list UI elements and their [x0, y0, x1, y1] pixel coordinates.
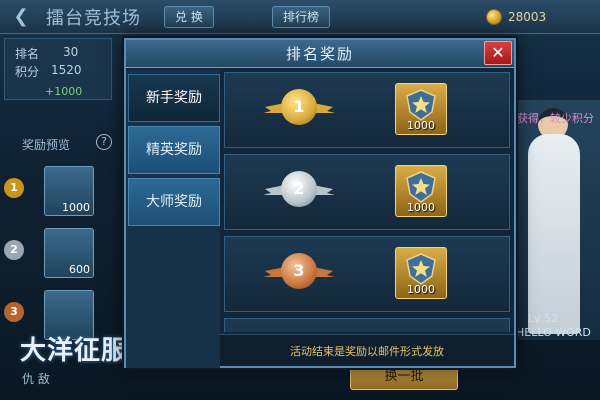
- player-stats-panel: 排名 30 积分 1520 +1000: [4, 38, 112, 100]
- dialog-footer: 活动结束是奖励以邮件形式发放: [220, 334, 514, 366]
- reward-item[interactable]: 1000: [395, 83, 447, 135]
- close-icon[interactable]: ✕: [484, 41, 512, 65]
- preview-rank-2: 2: [4, 240, 24, 260]
- preview-reward-amount: 600: [69, 263, 90, 276]
- leaderboard-button[interactable]: 排行榜: [272, 6, 331, 28]
- reward-tabs: 新手奖励 精英奖励 大师奖励: [126, 70, 220, 368]
- reward-amount: 1000: [407, 201, 435, 214]
- preview-reward-2[interactable]: 600: [44, 228, 94, 278]
- rank-value: 30: [63, 45, 79, 59]
- mail-delivery-note: 活动结束是奖励以邮件形式发放: [290, 345, 444, 358]
- rank-label: 排名: [15, 47, 40, 61]
- rank-rewards-dialog: 排名奖励 ✕ 新手奖励 精英奖励 大师奖励 1 1000 2 1000 3 10…: [124, 38, 516, 368]
- reward-row-partial: [224, 318, 510, 332]
- dialog-header: 排名奖励 ✕: [126, 40, 514, 68]
- page-title: 擂台竞技场: [46, 8, 141, 29]
- dialog-title: 排名奖励: [285, 45, 354, 63]
- points-value: 1520: [51, 63, 82, 77]
- star-shield-icon: [406, 253, 436, 285]
- tab-elite-rewards[interactable]: 精英奖励: [128, 126, 220, 174]
- coin-balance: 28003: [486, 6, 546, 28]
- points-label: 积分: [15, 65, 40, 79]
- tab-novice-rewards[interactable]: 新手奖励: [128, 74, 220, 122]
- points-gain: +1000: [45, 85, 83, 98]
- reward-list[interactable]: 1 1000 2 1000 3 1000: [224, 70, 510, 332]
- top-bar: ❮ 擂台竞技场 兑 换 排行榜 28003: [0, 0, 600, 34]
- star-shield-icon: [406, 171, 436, 203]
- preview-rank-1: 1: [4, 178, 24, 198]
- reward-item[interactable]: 1000: [395, 247, 447, 299]
- star-shield-icon: [406, 89, 436, 121]
- character-level: Lv 52: [528, 312, 559, 325]
- reward-row: 3 1000: [224, 236, 510, 312]
- preview-reward-1[interactable]: 1000: [44, 166, 94, 216]
- rank-medal-icon: 2: [281, 171, 317, 207]
- character-hint: 可获得，较少积分: [506, 112, 594, 125]
- help-icon[interactable]: ?: [96, 134, 112, 150]
- exchange-button[interactable]: 兑 换: [164, 6, 214, 28]
- rank-medal-icon: 1: [281, 89, 317, 125]
- preview-rank-3: 3: [4, 302, 24, 322]
- reward-row: 2 1000: [224, 154, 510, 230]
- reward-item[interactable]: 1000: [395, 165, 447, 217]
- tab-master-rewards[interactable]: 大师奖励: [128, 178, 220, 226]
- coin-icon: [486, 9, 502, 25]
- character-name: HELLO WORD: [516, 326, 591, 339]
- reward-preview-title: 奖励预览: [22, 138, 71, 152]
- coin-count: 28003: [508, 10, 547, 24]
- back-arrow-icon[interactable]: ❮: [8, 5, 34, 29]
- preview-reward-amount: 1000: [62, 201, 90, 214]
- reward-amount: 1000: [407, 283, 435, 296]
- rank-medal-icon: 3: [281, 253, 317, 289]
- reward-row: 1 1000: [224, 72, 510, 148]
- rival-tab[interactable]: 仇 敌: [22, 370, 50, 387]
- character-body: [528, 134, 580, 334]
- reward-amount: 1000: [407, 119, 435, 132]
